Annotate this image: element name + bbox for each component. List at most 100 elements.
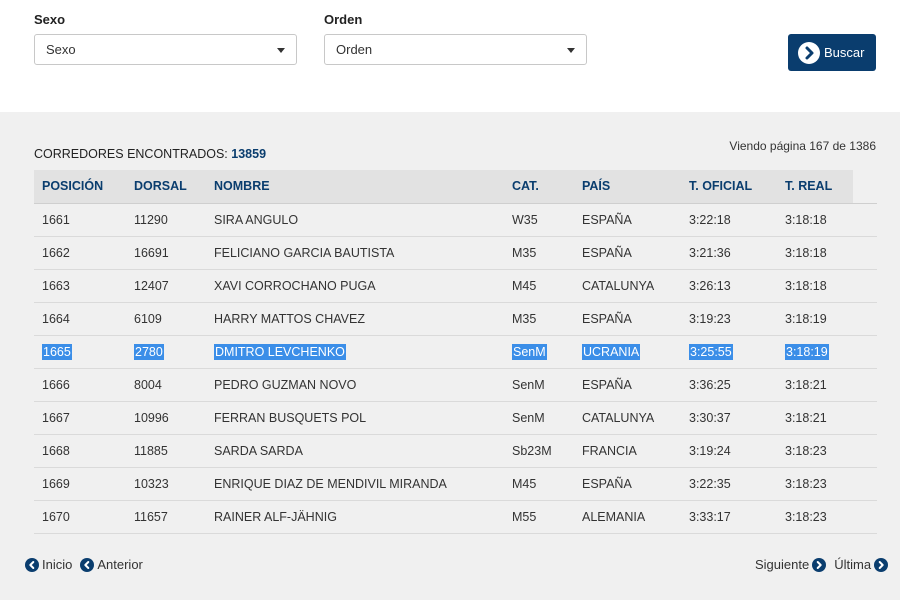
- buscar-button[interactable]: Buscar: [788, 34, 876, 71]
- cell-cat-text: M55: [512, 509, 537, 524]
- table-row[interactable]: 1667 10996 FERRAN BUSQUETS POL SenM CATALUNY…: [34, 401, 877, 435]
- cell-posicion-text: 1661: [42, 212, 70, 227]
- cell-posicion: 1669: [34, 467, 126, 501]
- cell-oficial: 3:19:24: [681, 434, 777, 468]
- orden-select-value: Orden: [336, 42, 373, 57]
- orden-select[interactable]: Orden: [324, 34, 587, 65]
- cell-spacer: [853, 467, 877, 501]
- sexo-select[interactable]: Sexo: [34, 34, 297, 65]
- cell-dorsal-text: 6109: [134, 311, 162, 326]
- cell-spacer: [853, 401, 877, 435]
- cell-pais-text: ALEMANIA: [582, 509, 646, 524]
- table-row[interactable]: 1662 16691 FELICIANO GARCIA BAUTISTA M35 ESP…: [34, 236, 877, 270]
- chevron-circle-left-icon: [25, 557, 39, 572]
- pager-left: Inicio Anterior: [25, 557, 151, 572]
- results-count-value: 13859: [231, 147, 267, 161]
- cell-cat: SenM: [504, 368, 574, 402]
- cell-oficial-text: 3:36:25: [689, 377, 731, 392]
- cell-real-text: 3:18:19: [785, 311, 827, 326]
- cell-nombre-text: PEDRO GUZMAN NOVO: [214, 377, 357, 392]
- cell-cat: M35: [504, 236, 574, 270]
- cell-nombre: DMITRO LEVCHENKO: [206, 335, 504, 369]
- table-row[interactable]: 1670 11657 RAINER ALF-JÄHNIG M55 ALEMANIA 3:3…: [34, 500, 877, 534]
- chevron-circle-left-icon: [80, 557, 95, 572]
- cell-posicion-text: 1670: [42, 509, 70, 524]
- cell-pais-text: ESPAÑA: [582, 212, 632, 227]
- cell-posicion: 1665: [34, 335, 126, 369]
- cell-dorsal-text: 10323: [134, 476, 169, 491]
- col-header-dorsal: DORSAL: [126, 170, 206, 203]
- cell-pais-text: ESPAÑA: [582, 245, 632, 260]
- cell-oficial: 3:21:36: [681, 236, 777, 270]
- col-header-oficial: T. OFICIAL: [681, 170, 777, 203]
- cell-posicion-text: 1668: [42, 443, 70, 458]
- cell-pais-text: ESPAÑA: [582, 476, 632, 491]
- cell-spacer: [853, 434, 877, 468]
- cell-nombre-text: FERRAN BUSQUETS POL: [214, 410, 367, 425]
- ultima-link-label: Última: [834, 557, 872, 572]
- cell-posicion-text: 1665: [42, 343, 72, 360]
- cell-spacer: [853, 236, 877, 270]
- cell-dorsal: 11885: [126, 434, 206, 468]
- page-info: Viendo página 167 de 1386: [729, 139, 876, 153]
- cell-oficial: 3:26:13: [681, 269, 777, 303]
- cell-oficial-text: 3:22:35: [689, 476, 731, 491]
- cell-real: 3:18:18: [777, 202, 853, 237]
- table-row[interactable]: 1666 8004 PEDRO GUZMAN NOVO SenM ESPAÑA 3:36:…: [34, 368, 877, 402]
- cell-dorsal-text: 16691: [134, 245, 169, 260]
- cell-cat: W35: [504, 202, 574, 237]
- filter-panel: Sexo Sexo Orden Orden Buscar: [0, 0, 900, 112]
- cell-oficial-text: 3:22:18: [689, 212, 731, 227]
- cell-dorsal: 2780: [126, 335, 206, 369]
- cell-real-text: 3:18:21: [785, 410, 827, 425]
- cell-pais-text: FRANCIA: [582, 443, 637, 458]
- cell-spacer: [853, 368, 877, 402]
- cell-posicion: 1667: [34, 401, 126, 435]
- table-row[interactable]: 1664 6109 HARRY MATTOS CHAVEZ M35 ESPAÑA 3:19…: [34, 302, 877, 336]
- cell-posicion: 1663: [34, 269, 126, 303]
- cell-nombre: ENRIQUE DIAZ DE MENDIVIL MIRANDA: [206, 467, 504, 501]
- cell-dorsal: 10996: [126, 401, 206, 435]
- cell-real: 3:18:18: [777, 269, 853, 303]
- cell-real: 3:18:19: [777, 302, 853, 336]
- col-header-spacer: [853, 170, 877, 203]
- cell-cat-text: M45: [512, 476, 537, 491]
- cell-cat: M45: [504, 269, 574, 303]
- cell-nombre-text: XAVI CORROCHANO PUGA: [214, 278, 376, 293]
- cell-dorsal-text: 11290: [134, 212, 168, 227]
- ultima-link[interactable]: Última: [834, 557, 889, 572]
- cell-posicion-text: 1663: [42, 278, 70, 293]
- anterior-link[interactable]: Anterior: [80, 557, 143, 572]
- cell-dorsal: 6109: [126, 302, 206, 336]
- cell-nombre: RAINER ALF-JÄHNIG: [206, 500, 504, 534]
- table-row[interactable]: 1663 12407 XAVI CORROCHANO PUGA M45 CATALUNY…: [34, 269, 877, 303]
- cell-dorsal-text: 11657: [134, 509, 168, 524]
- table-row[interactable]: 1668 11885 SARDA SARDA Sb23M FRANCIA 3:19:24 3…: [34, 434, 877, 468]
- cell-posicion-text: 1662: [42, 245, 70, 260]
- cell-pais-text: UCRANIA: [582, 343, 641, 360]
- cell-oficial: 3:33:17: [681, 500, 777, 534]
- table-row[interactable]: 1661 11290 SIRA ANGULO W35 ESPAÑA 3:22:18 3:18…: [34, 202, 877, 237]
- cell-oficial-text: 3:33:17: [689, 509, 731, 524]
- table-row[interactable]: 1665 2780 DMITRO LEVCHENKO SenM UCRANIA 3:25:…: [34, 335, 877, 369]
- siguiente-link[interactable]: Siguiente: [755, 557, 827, 572]
- cell-real-text: 3:18:19: [785, 343, 829, 360]
- cell-posicion: 1666: [34, 368, 126, 402]
- cell-nombre-text: HARRY MATTOS CHAVEZ: [214, 311, 365, 326]
- cell-nombre: FERRAN BUSQUETS POL: [206, 401, 504, 435]
- cell-oficial: 3:22:35: [681, 467, 777, 501]
- table-header-row: POSICIÓN DORSAL NOMBRE CAT. PAÍS T. OFIC…: [34, 170, 877, 203]
- arrow-circle-right-icon: [798, 41, 820, 64]
- cell-posicion-text: 1667: [42, 410, 70, 425]
- cell-pais: ESPAÑA: [574, 368, 681, 402]
- table-row[interactable]: 1669 10323 ENRIQUE DIAZ DE MENDIVIL MIRAND…: [34, 467, 877, 501]
- cell-cat: Sb23M: [504, 434, 574, 468]
- cell-nombre-text: DMITRO LEVCHENKO: [214, 343, 346, 360]
- cell-pais: CATALUNYA: [574, 269, 681, 303]
- cell-real-text: 3:18:23: [785, 476, 827, 491]
- inicio-link[interactable]: Inicio: [25, 557, 72, 572]
- cell-cat-text: M45: [512, 278, 537, 293]
- cell-real: 3:18:23: [777, 467, 853, 501]
- cell-oficial: 3:30:37: [681, 401, 777, 435]
- results-count-label: CORREDORES ENCONTRADOS:: [34, 147, 228, 161]
